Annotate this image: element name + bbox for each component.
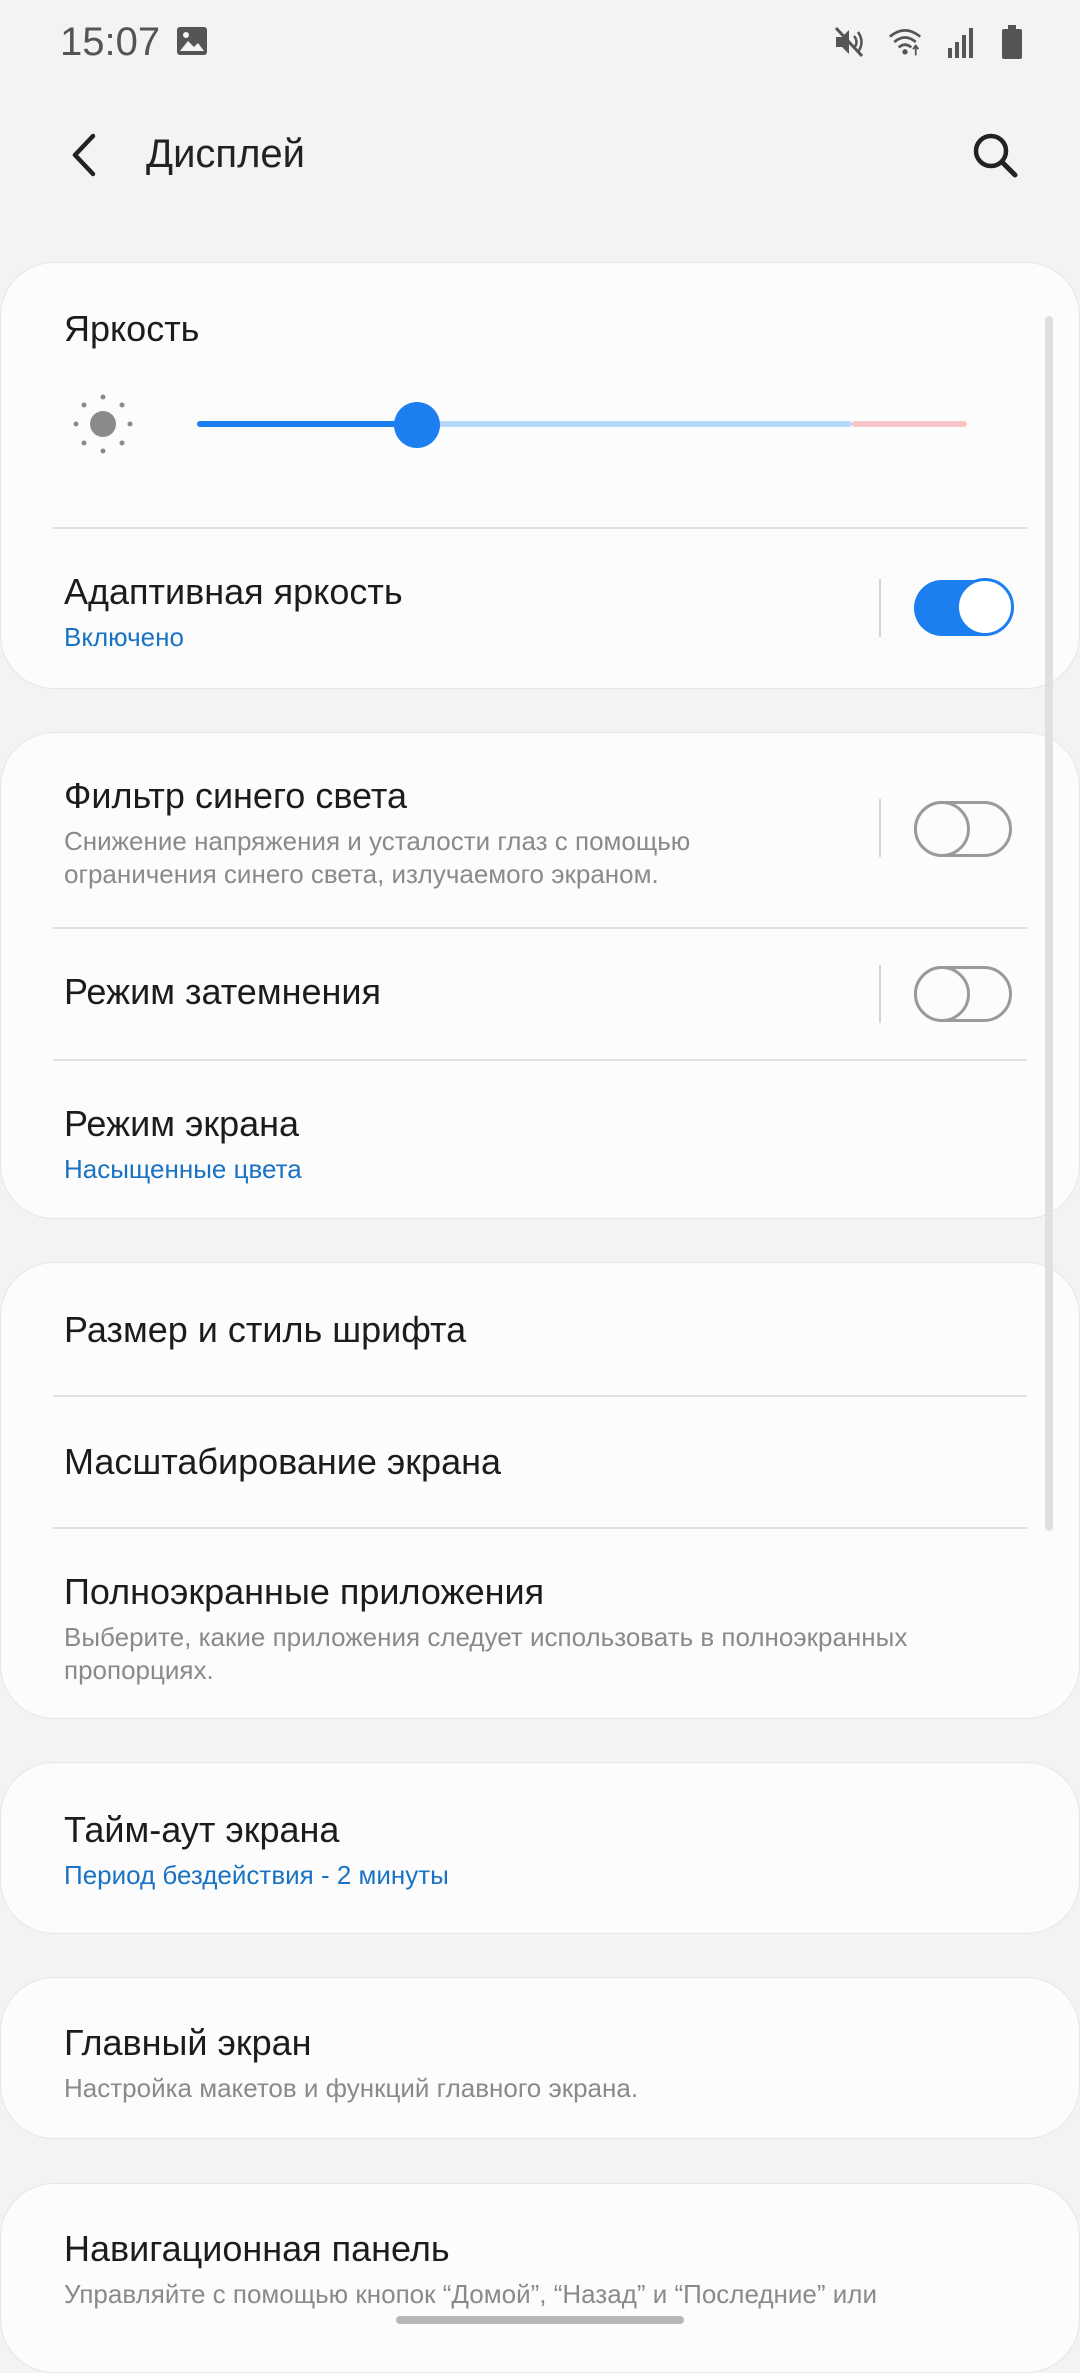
- back-arrow-icon: [72, 133, 96, 177]
- image-icon: [177, 27, 207, 55]
- screen-timeout-value: Период бездействия - 2 минуты: [64, 1860, 449, 1890]
- display-options-card: Фильтр синего света Снижение напряжения …: [0, 732, 1080, 1219]
- home-screen-card[interactable]: Главный экран Настройка макетов и функци…: [0, 1977, 1080, 2139]
- screen-mode-value: Насыщенные цвета: [64, 1154, 302, 1184]
- screen-mode-row[interactable]: Режим экрана Насыщенные цвета: [1, 1061, 1079, 1219]
- fullscreen-apps-title: Полноэкранные приложения: [64, 1571, 545, 1612]
- blue-light-filter-desc: Снижение напряжения и усталости глаз с п…: [64, 826, 691, 856]
- toggle-knob: [914, 966, 970, 1022]
- brightness-sun-icon: [73, 394, 133, 454]
- slider-track-high-zone: [852, 421, 967, 427]
- brightness-card: Яркость Адаптивная яркость Включено: [0, 262, 1080, 689]
- search-button[interactable]: [960, 120, 1030, 190]
- font-size-style-title: Размер и стиль шрифта: [64, 1309, 467, 1350]
- dark-mode-row[interactable]: Режим затемнения: [1, 929, 1079, 1059]
- navigation-bar-desc: Управляйте с помощью кнопок “Домой”, “На…: [64, 2279, 877, 2309]
- screen-zoom-row[interactable]: Масштабирование экрана: [1, 1397, 1079, 1527]
- home-indicator[interactable]: [396, 2316, 684, 2324]
- adaptive-brightness-title: Адаптивная яркость: [64, 571, 403, 612]
- screen-timeout-title: Тайм-аут экрана: [64, 1809, 340, 1850]
- dark-mode-toggle[interactable]: [914, 966, 1012, 1022]
- font-size-style-row[interactable]: Размер и стиль шрифта: [1, 1263, 1079, 1395]
- battery-icon: [1002, 25, 1022, 59]
- screen-zoom-title: Масштабирование экрана: [64, 1441, 501, 1482]
- adaptive-brightness-toggle[interactable]: [914, 578, 1014, 636]
- scrollbar[interactable]: [1045, 316, 1053, 1531]
- fullscreen-apps-desc: Выберите, какие приложения следует испол…: [64, 1622, 908, 1652]
- toggle-knob: [956, 578, 1014, 636]
- screen-timeout-card[interactable]: Тайм-аут экрана Период бездействия - 2 м…: [0, 1762, 1080, 1934]
- toggle-knob: [914, 801, 970, 857]
- brightness-slider[interactable]: [197, 402, 967, 448]
- app-bar: Дисплей: [0, 110, 1080, 200]
- adaptive-brightness-row[interactable]: Адаптивная яркость Включено: [1, 529, 1079, 689]
- fullscreen-apps-row[interactable]: Полноэкранные приложения Выберите, какие…: [1, 1529, 1079, 1719]
- fullscreen-apps-desc: пропорциях.: [64, 1655, 214, 1685]
- separator: [879, 799, 881, 857]
- separator: [879, 579, 881, 637]
- navigation-bar-card[interactable]: Навигационная панель Управляйте с помощь…: [0, 2183, 1080, 2373]
- home-screen-desc: Настройка макетов и функций главного экр…: [64, 2073, 639, 2103]
- slider-track-active: [197, 421, 417, 427]
- blue-light-filter-desc: ограничения синего света, излучаемого эк…: [64, 859, 659, 889]
- back-button[interactable]: [50, 120, 120, 190]
- screen-mode-title: Режим экрана: [64, 1103, 300, 1144]
- home-screen-title: Главный экран: [64, 2022, 312, 2063]
- separator: [879, 965, 881, 1023]
- navigation-bar-title: Навигационная панель: [64, 2228, 450, 2269]
- font-zoom-card: Размер и стиль шрифта Масштабирование эк…: [0, 1262, 1080, 1719]
- status-time: 15:07: [60, 20, 161, 64]
- blue-light-filter-toggle[interactable]: [914, 801, 1012, 857]
- status-bar: 15:07: [0, 0, 1080, 86]
- brightness-title: Яркость: [64, 308, 200, 349]
- wifi-icon: [888, 29, 922, 56]
- signal-icon: [948, 28, 973, 58]
- status-icons: [832, 22, 1024, 62]
- adaptive-brightness-status: Включено: [64, 622, 184, 652]
- page-title: Дисплей: [146, 132, 306, 176]
- search-icon: [973, 133, 1018, 178]
- blue-light-filter-title: Фильтр синего света: [64, 775, 407, 816]
- slider-track-inactive: [417, 421, 852, 427]
- mute-icon: [834, 26, 864, 58]
- blue-light-filter-row[interactable]: Фильтр синего света Снижение напряжения …: [1, 733, 1079, 927]
- slider-thumb[interactable]: [394, 402, 440, 448]
- dark-mode-title: Режим затемнения: [64, 971, 381, 1012]
